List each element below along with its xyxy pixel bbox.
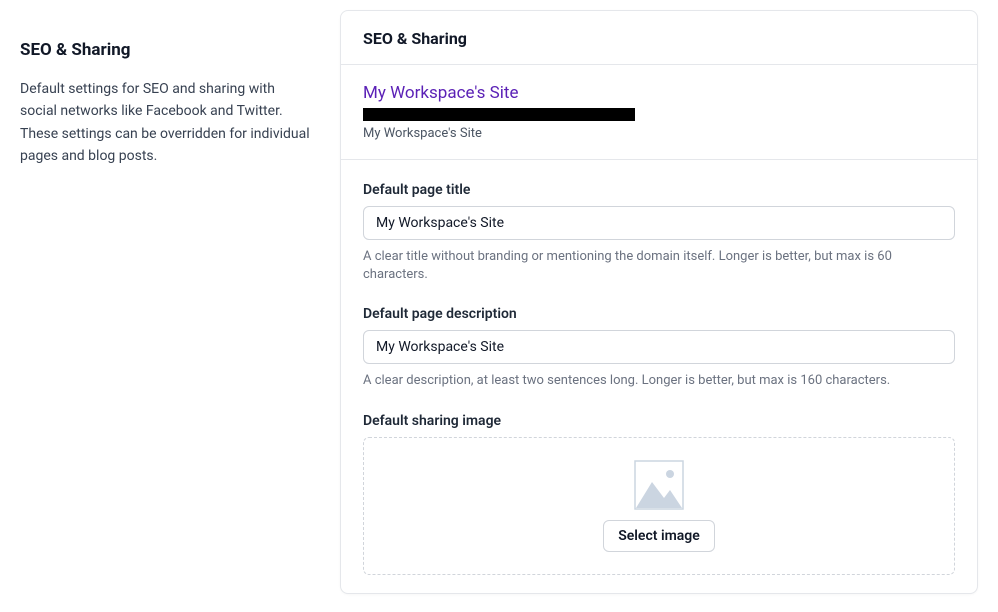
card-header: SEO & Sharing [341,11,977,65]
page-description-input[interactable] [363,330,955,364]
page-title-label: Default page title [363,182,955,198]
sharing-image-group: Default sharing image Select image [363,413,955,575]
sidebar: SEO & Sharing Default settings for SEO a… [20,10,310,594]
page-title-help: A clear title without branding or mentio… [363,248,955,284]
preview-description: My Workspace's Site [363,126,955,141]
card-title: SEO & Sharing [363,29,955,48]
page-title-input[interactable] [363,206,955,240]
sidebar-title: SEO & Sharing [20,40,310,60]
seo-preview: My Workspace's Site My Workspace's Site [341,65,977,160]
page-description-help: A clear description, at least two senten… [363,372,955,390]
form-section: Default page title A clear title without… [341,160,977,593]
sharing-image-label: Default sharing image [363,413,955,429]
page-description-group: Default page description A clear descrip… [363,306,955,390]
page-title-group: Default page title A clear title without… [363,182,955,284]
select-image-button[interactable]: Select image [603,520,715,552]
sidebar-description: Default settings for SEO and sharing wit… [20,78,310,168]
settings-container: SEO & Sharing Default settings for SEO a… [0,0,998,604]
settings-card: SEO & Sharing My Workspace's Site My Wor… [340,10,978,594]
image-dropzone[interactable]: Select image [363,437,955,575]
page-description-label: Default page description [363,306,955,322]
preview-url-redacted [363,108,635,121]
image-placeholder-icon [634,460,684,510]
preview-title: My Workspace's Site [363,83,955,103]
